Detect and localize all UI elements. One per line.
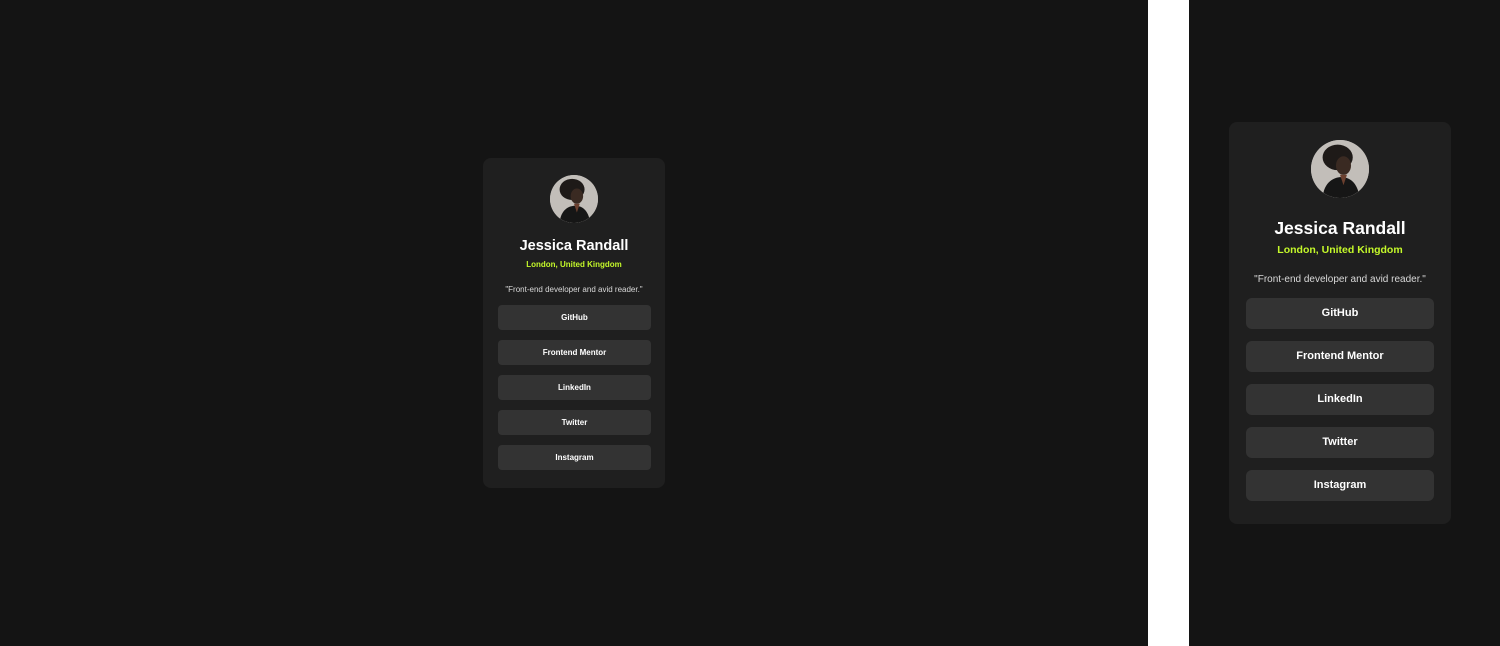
profile-name: Jessica Randall — [1274, 218, 1406, 238]
social-links: GitHub Frontend Mentor LinkedIn Twitter … — [498, 305, 651, 470]
pane-divider — [1148, 0, 1189, 646]
social-links: GitHub Frontend Mentor LinkedIn Twitter … — [1246, 298, 1434, 501]
profile-card: Jessica Randall London, United Kingdom "… — [1229, 122, 1451, 524]
profile-photo-icon — [550, 175, 598, 223]
desktop-preview: Jessica Randall London, United Kingdom "… — [0, 0, 1148, 646]
twitter-link-button[interactable]: Twitter — [1246, 427, 1434, 458]
github-link-button[interactable]: GitHub — [498, 305, 651, 330]
frontend-mentor-link-button[interactable]: Frontend Mentor — [498, 340, 651, 365]
github-link-button[interactable]: GitHub — [1246, 298, 1434, 329]
profile-bio: "Front-end developer and avid reader." — [505, 285, 643, 294]
instagram-link-button[interactable]: Instagram — [1246, 470, 1434, 501]
profile-photo-icon — [1311, 140, 1369, 198]
mobile-preview: Jessica Randall London, United Kingdom "… — [1189, 0, 1500, 646]
profile-avatar — [550, 175, 598, 223]
profile-avatar — [1311, 140, 1369, 198]
frontend-mentor-link-button[interactable]: Frontend Mentor — [1246, 341, 1434, 372]
profile-card: Jessica Randall London, United Kingdom "… — [483, 158, 665, 488]
profile-name: Jessica Randall — [519, 238, 629, 254]
linkedin-link-button[interactable]: LinkedIn — [498, 375, 651, 400]
linkedin-link-button[interactable]: LinkedIn — [1246, 384, 1434, 415]
profile-location: London, United Kingdom — [1277, 244, 1403, 256]
instagram-link-button[interactable]: Instagram — [498, 445, 651, 470]
profile-bio: "Front-end developer and avid reader." — [1254, 274, 1426, 285]
profile-location: London, United Kingdom — [526, 260, 622, 269]
twitter-link-button[interactable]: Twitter — [498, 410, 651, 435]
